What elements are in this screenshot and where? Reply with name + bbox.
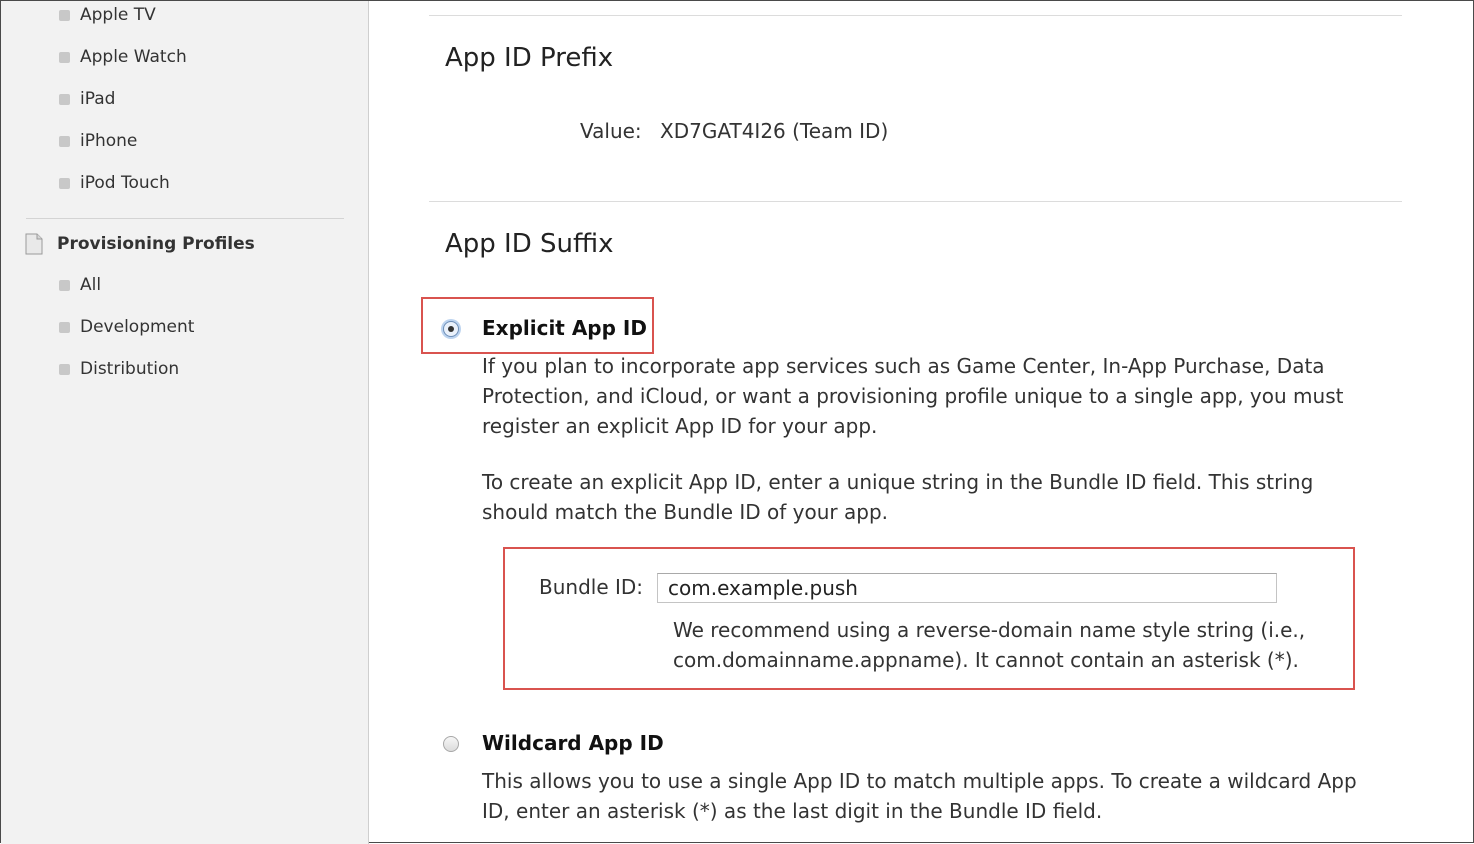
explicit-instructions: To create an explicit App ID, enter a un… <box>482 470 1314 524</box>
explicit-app-id-label[interactable]: Explicit App ID <box>482 316 647 340</box>
sidebar-item-distribution[interactable]: Distribution <box>59 357 179 381</box>
sidebar-item-apple-tv[interactable]: Apple TV <box>59 3 156 27</box>
document-icon <box>25 233 43 255</box>
wildcard-app-id-label[interactable]: Wildcard App ID <box>482 731 664 755</box>
sidebar-item-iphone[interactable]: iPhone <box>59 129 137 153</box>
app-id-suffix-heading: App ID Suffix <box>445 229 614 259</box>
wildcard-app-id-radio[interactable] <box>443 736 459 752</box>
divider <box>429 201 1402 202</box>
bullet-icon <box>59 177 70 189</box>
sidebar-item-ipod-touch[interactable]: iPod Touch <box>59 171 170 195</box>
prefix-value: XD7GAT4I26 (Team ID) <box>660 119 889 143</box>
bullet-icon <box>59 51 70 63</box>
sidebar-item-label: iPhone <box>80 131 138 151</box>
prefix-value-row: Value: XD7GAT4I26 (Team ID) <box>580 119 888 143</box>
bullet-icon <box>59 279 70 291</box>
bullet-icon <box>59 9 70 21</box>
bundle-id-input[interactable] <box>657 573 1277 603</box>
sidebar-item-label: Apple Watch <box>80 47 187 67</box>
bundle-id-label: Bundle ID: <box>539 575 644 599</box>
sidebar-item-label: All <box>80 275 102 295</box>
bundle-id-hint: We recommend using a reverse-domain name… <box>673 618 1306 672</box>
sidebar-item-all[interactable]: All <box>59 273 101 297</box>
divider <box>429 15 1402 16</box>
wildcard-description: This allows you to use a single App ID t… <box>482 769 1357 823</box>
sidebar-item-label: iPad <box>80 89 116 109</box>
sidebar-item-apple-watch[interactable]: Apple Watch <box>59 45 187 69</box>
sidebar-item-label: iPod Touch <box>80 173 170 193</box>
sidebar-item-label: Apple TV <box>80 5 156 25</box>
main-content: App ID Prefix Value: XD7GAT4I26 (Team ID… <box>369 1 1473 842</box>
sidebar: Apple TV Apple Watch iPad iPhone iPod To… <box>1 1 369 844</box>
sidebar-item-ipad[interactable]: iPad <box>59 87 115 111</box>
sidebar-section-provisioning-profiles[interactable]: Provisioning Profiles <box>25 231 255 257</box>
sidebar-divider <box>26 218 344 219</box>
sidebar-item-development[interactable]: Development <box>59 315 194 339</box>
bullet-icon <box>59 135 70 147</box>
prefix-value-label: Value: <box>580 119 642 143</box>
bullet-icon <box>59 93 70 105</box>
sidebar-item-label: Distribution <box>80 359 180 379</box>
app-id-prefix-heading: App ID Prefix <box>445 43 614 73</box>
bullet-icon <box>59 363 70 375</box>
explicit-app-id-radio[interactable] <box>443 321 459 337</box>
bullet-icon <box>59 321 70 333</box>
sidebar-section-label: Provisioning Profiles <box>57 234 255 254</box>
sidebar-item-label: Development <box>80 317 195 337</box>
explicit-description: If you plan to incorporate app services … <box>482 354 1344 438</box>
